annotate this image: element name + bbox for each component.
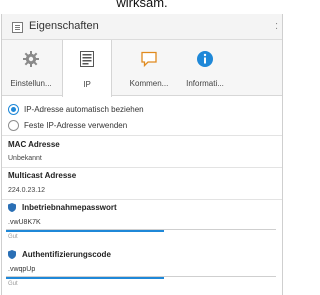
divider <box>2 167 282 168</box>
tab-information[interactable]: Informati... <box>180 40 230 96</box>
panel-titlebar: Eigenschaften : <box>2 14 282 40</box>
tab-settings[interactable]: Einstellun... <box>6 40 56 96</box>
radio-ip-auto[interactable]: IP-Adresse automatisch beziehen <box>8 103 144 115</box>
commissioning-password-label-text: Inbetriebnahmepasswort <box>22 203 117 212</box>
document-list-icon <box>80 51 94 67</box>
mac-address-label: MAC Adresse <box>8 140 60 149</box>
code-strength-bar <box>6 277 164 279</box>
tab-comments[interactable]: Kommen... <box>124 40 174 96</box>
radio-ip-fixed[interactable]: Feste IP-Adresse verwenden <box>8 119 127 131</box>
tab-label: Kommen... <box>129 79 169 88</box>
password-strength-bar <box>6 230 164 232</box>
radio-label: IP-Adresse automatisch beziehen <box>24 104 144 114</box>
authentication-code-label-text: Authentifizierungscode <box>22 250 111 259</box>
tab-label: Einstellun... <box>10 79 52 88</box>
tab-bar: Einstellun... IP Kommen... Informati... <box>2 40 282 97</box>
tab-label: Informati... <box>186 79 224 88</box>
mac-address-value: Unbekannt <box>8 155 42 162</box>
comment-icon <box>141 51 157 68</box>
properties-icon <box>12 22 23 33</box>
divider <box>2 199 282 200</box>
top-caption: wirksam. <box>116 0 168 10</box>
tab-ip[interactable]: IP <box>62 40 112 97</box>
code-strength-text: Gut <box>8 281 18 287</box>
commissioning-password-input[interactable] <box>6 216 276 230</box>
radio-button[interactable] <box>8 103 19 115</box>
multicast-address-value: 224.0.23.12 <box>8 187 45 194</box>
shield-icon <box>8 203 16 212</box>
authentication-code-input[interactable] <box>6 263 276 277</box>
more-options-icon[interactable]: : <box>275 20 278 32</box>
commissioning-password-label: Inbetriebnahmepasswort <box>8 203 117 212</box>
shield-icon <box>8 250 16 259</box>
authentication-code-label: Authentifizierungscode <box>8 250 111 259</box>
multicast-address-label: Multicast Adresse <box>8 171 77 180</box>
gear-icon <box>23 51 39 67</box>
radio-label: Feste IP-Adresse verwenden <box>24 120 128 130</box>
divider <box>2 135 282 136</box>
panel-title: Eigenschaften <box>29 20 99 32</box>
tab-label: IP <box>83 80 91 89</box>
properties-panel: Eigenschaften : Einstellun... IP Kommen.… <box>1 14 283 295</box>
info-icon <box>197 51 213 67</box>
radio-button[interactable] <box>8 119 19 131</box>
password-strength-text: Gut <box>8 234 18 240</box>
